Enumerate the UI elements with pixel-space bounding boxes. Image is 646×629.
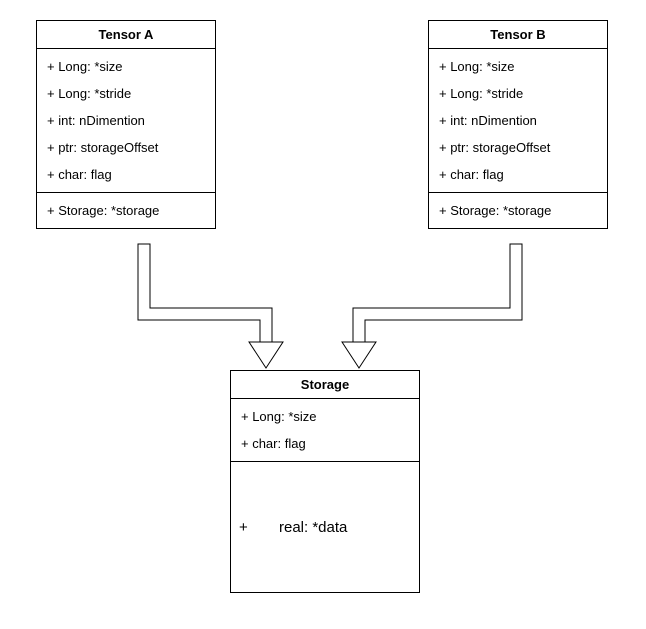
attr-row: + char: flag [437, 161, 599, 188]
class-attributes: + Long: *size + Long: *stride + int: nDi… [37, 49, 215, 193]
visibility-plus: + [239, 519, 257, 536]
class-attributes: + Long: *size + Long: *stride + int: nDi… [429, 49, 607, 193]
attr-row: + Long: *stride [437, 80, 599, 107]
data-label: real: *data [279, 519, 347, 536]
class-title: Storage [231, 371, 419, 399]
class-title: Tensor A [37, 21, 215, 49]
attr-row: + ptr: storageOffset [45, 134, 207, 161]
attr-row: + int: nDimention [45, 107, 207, 134]
ref-row: + Storage: *storage [45, 197, 207, 224]
attr-row: + Long: *size [239, 403, 411, 430]
attr-row: + Long: *size [437, 53, 599, 80]
class-tensor-b: Tensor B + Long: *size + Long: *stride +… [428, 20, 608, 229]
diagram-canvas: Tensor A + Long: *size + Long: *stride +… [0, 0, 646, 629]
class-references: + Storage: *storage [429, 193, 607, 228]
class-tensor-a: Tensor A + Long: *size + Long: *stride +… [36, 20, 216, 229]
arrow-tensor-a-to-storage [138, 244, 283, 368]
attr-row: + int: nDimention [437, 107, 599, 134]
class-data: + real: *data [231, 462, 419, 592]
attr-row: + Long: *size [45, 53, 207, 80]
class-storage: Storage + Long: *size + char: flag + rea… [230, 370, 420, 593]
attr-row: + char: flag [239, 430, 411, 457]
attr-row: + char: flag [45, 161, 207, 188]
attr-row: + ptr: storageOffset [437, 134, 599, 161]
class-references: + Storage: *storage [37, 193, 215, 228]
ref-row: + Storage: *storage [437, 197, 599, 224]
attr-row: + Long: *stride [45, 80, 207, 107]
class-title: Tensor B [429, 21, 607, 49]
class-attributes: + Long: *size + char: flag [231, 399, 419, 462]
arrow-tensor-b-to-storage [342, 244, 522, 368]
data-row: + real: *data [239, 466, 411, 588]
